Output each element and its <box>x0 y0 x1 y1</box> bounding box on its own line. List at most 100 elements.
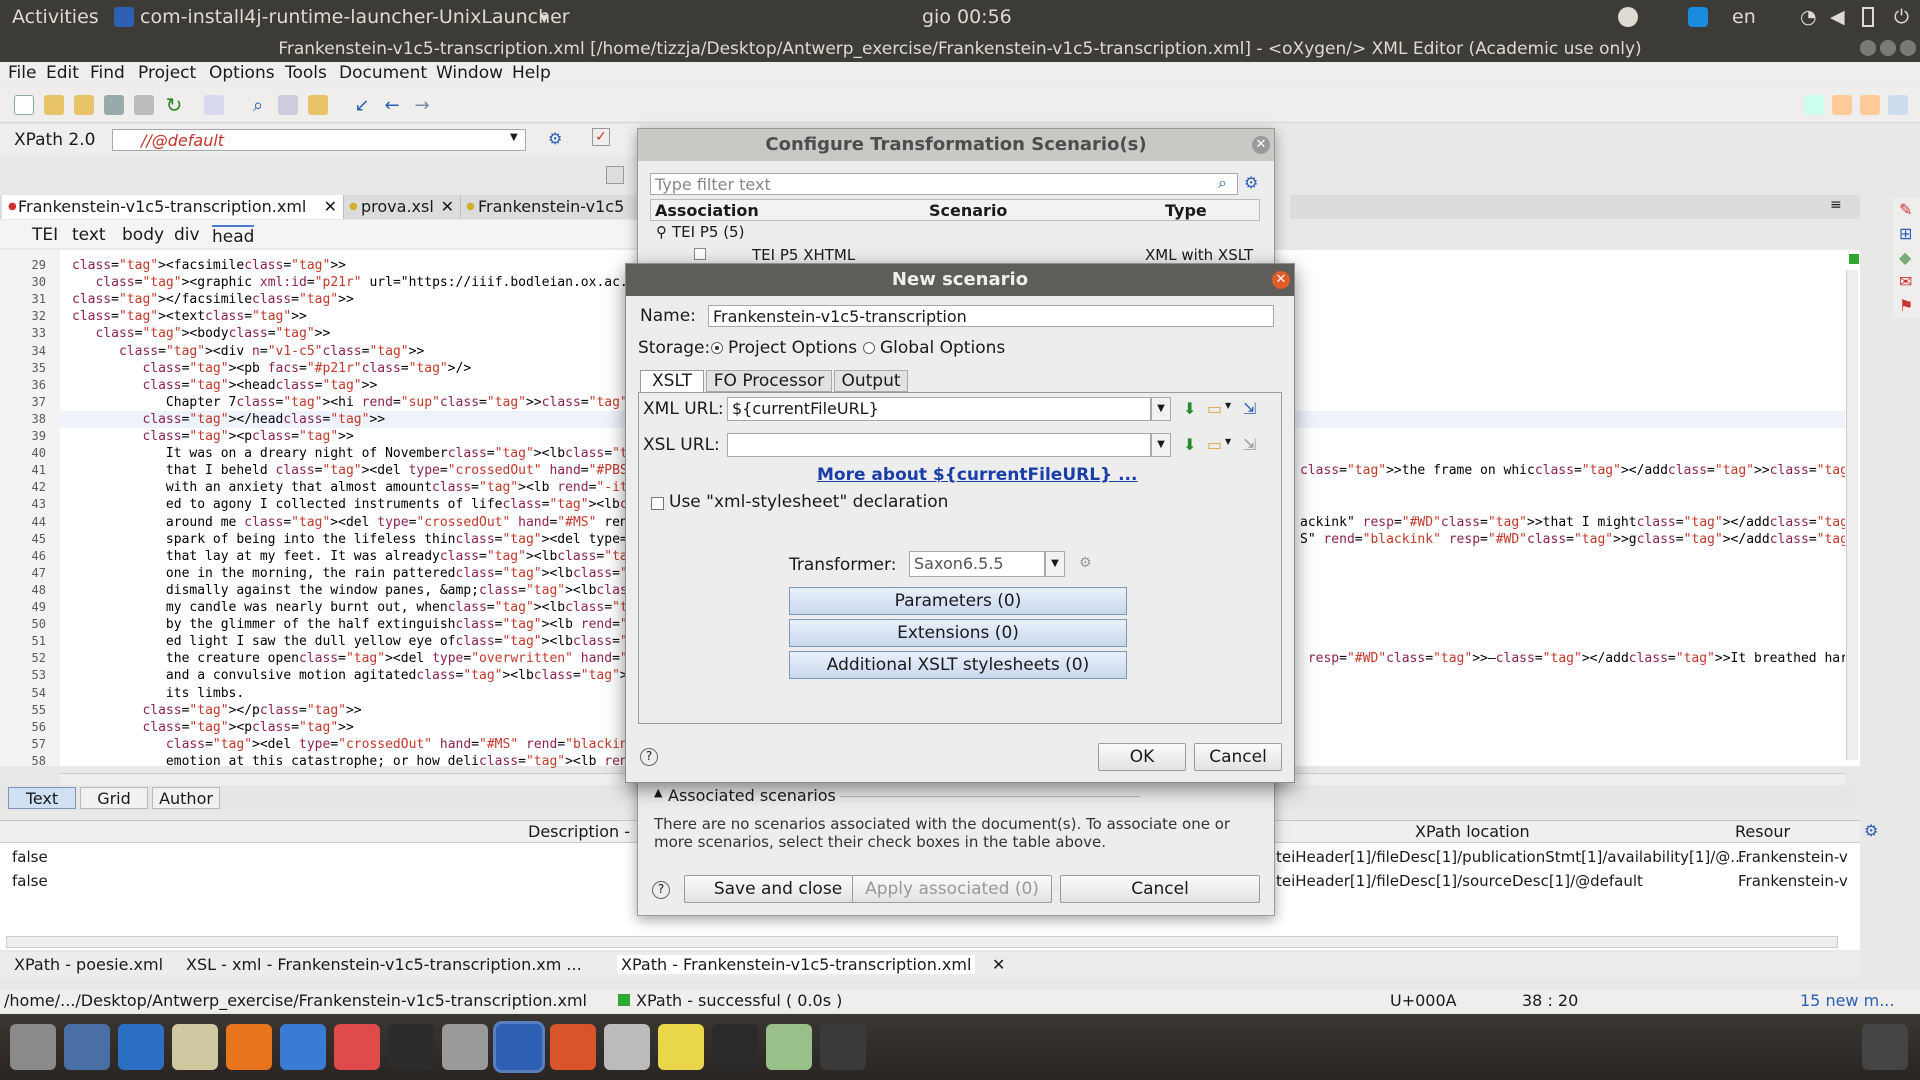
apps-grid-icon[interactable] <box>1862 1024 1908 1070</box>
help-icon[interactable]: ? <box>640 748 658 766</box>
tab-prova-xsl[interactable]: ● prova.xsl ✕ <box>345 195 461 219</box>
forward-icon[interactable]: → <box>412 95 432 116</box>
xpath-version-select[interactable]: XPath 2.0 <box>14 130 95 150</box>
volume-icon[interactable]: ◀ <box>1830 6 1845 28</box>
power-icon[interactable]: ⏻ <box>1894 6 1909 28</box>
xml-url-input[interactable]: ${currentFileURL} <box>727 397 1151 421</box>
terminal-icon[interactable] <box>388 1024 434 1070</box>
browse-folder-icon[interactable]: ▭ <box>1207 435 1222 454</box>
oxygen-icon[interactable] <box>496 1024 542 1070</box>
tab-output[interactable]: Output <box>834 370 908 392</box>
results-settings-icon[interactable]: ⚙ <box>1864 821 1878 840</box>
app-menu[interactable]: com-install4j-runtime-launcher-UnixLaunc… <box>140 6 570 28</box>
filter-settings-icon[interactable]: ⚙ <box>1244 173 1258 192</box>
chevron-down-icon[interactable]: ▼ <box>510 132 518 143</box>
menu-find[interactable]: Find <box>90 63 125 83</box>
ok-button[interactable]: OK <box>1098 743 1186 771</box>
help-icon[interactable]: ? <box>652 881 670 899</box>
status-news[interactable]: 15 new m... <box>1800 991 1894 1010</box>
xpath-query-input[interactable]: //@default <box>112 129 526 151</box>
new-file-icon[interactable] <box>14 95 34 115</box>
tab-fo-processor[interactable]: FO Processor <box>706 370 832 392</box>
outline-icon[interactable]: ✎ <box>1899 200 1912 219</box>
storage-project-radio[interactable] <box>711 342 723 354</box>
minimize-button[interactable] <box>1860 40 1876 56</box>
save-and-close-button[interactable]: Save and close <box>684 875 872 903</box>
image-viewer-icon[interactable] <box>64 1024 110 1070</box>
chevron-down-icon[interactable]: ▼ <box>1045 551 1065 577</box>
tab-frankenstein-2[interactable]: ● Frankenstein-v1c5 <box>462 195 642 219</box>
transform-icon[interactable] <box>606 166 624 184</box>
use-stylesheet-checkbox[interactable] <box>651 497 664 510</box>
find-icon[interactable]: ⌕ <box>248 95 268 116</box>
updater-icon[interactable] <box>820 1024 866 1070</box>
results-horizontal-scrollbar[interactable] <box>6 936 1838 948</box>
xslt-debug-icon[interactable] <box>1832 95 1852 115</box>
close-tab-icon[interactable]: ✕ <box>324 195 337 219</box>
chevron-down-icon[interactable]: ▼ <box>1225 437 1231 446</box>
tab-xslt[interactable]: XSLT <box>640 370 704 392</box>
browse-folder-icon[interactable]: ▭ <box>1207 399 1222 418</box>
tab-xpath-poesie[interactable]: XPath - poesie.xml <box>14 955 163 974</box>
layout-icon[interactable] <box>1804 95 1824 115</box>
tab-text-mode[interactable]: Text <box>8 787 76 809</box>
parameters-button[interactable]: Parameters (0) <box>789 587 1127 615</box>
vertical-scrollbar[interactable] <box>1846 270 1858 760</box>
col-resource[interactable]: Resour <box>1735 822 1790 841</box>
battery-icon[interactable] <box>1862 7 1874 27</box>
scenario-checkbox[interactable] <box>694 248 706 260</box>
close-dialog-icon[interactable]: ✕ <box>1252 136 1270 154</box>
settings-icon[interactable] <box>442 1024 488 1070</box>
wifi-icon[interactable]: ◔ <box>1800 6 1817 28</box>
menu-file[interactable]: File <box>8 63 36 83</box>
chevron-down-icon[interactable]: ▼ <box>1151 397 1171 421</box>
breadcrumb-tei[interactable]: TEI <box>32 225 58 245</box>
filter-input[interactable]: Type filter text <box>650 173 1238 195</box>
reload-icon[interactable]: ↻ <box>164 95 184 115</box>
breadcrumb-head[interactable]: head <box>212 225 255 247</box>
name-input[interactable]: Frankenstein-v1c5-transcription <box>708 305 1274 327</box>
tab-list-icon[interactable]: ≡ <box>1830 197 1842 213</box>
apply-associated-button[interactable]: Apply associated (0) <box>852 875 1052 903</box>
notes-icon[interactable] <box>658 1024 704 1070</box>
storage-global-label[interactable]: Global Options <box>880 338 1005 358</box>
menu-tools[interactable]: Tools <box>285 63 327 83</box>
xsl-url-input[interactable] <box>727 433 1151 457</box>
spellcheck-icon[interactable] <box>204 95 224 115</box>
image-scan-icon[interactable] <box>766 1024 812 1070</box>
col-description[interactable]: Description - <box>528 822 630 841</box>
rhythmbox-icon[interactable] <box>172 1024 218 1070</box>
storage-global-radio[interactable] <box>863 342 875 354</box>
breadcrumb-div[interactable]: div <box>174 225 200 245</box>
find-files-icon[interactable] <box>278 95 298 115</box>
tab-xsl-frankenstein[interactable]: XSL - xml - Frankenstein-v1c5-transcript… <box>186 955 582 974</box>
menu-window[interactable]: Window <box>436 63 503 83</box>
help-icon[interactable] <box>280 1024 326 1070</box>
transformer-select[interactable]: Saxon6.5.5 <box>909 551 1045 577</box>
elements-icon[interactable]: ◆ <box>1899 248 1911 267</box>
clock[interactable]: gio 00:56 <box>922 6 1012 28</box>
menu-edit[interactable]: Edit <box>46 63 79 83</box>
transform-panel-icon[interactable]: ⚑ <box>1899 296 1913 315</box>
validate-icon[interactable]: ✓ <box>592 128 610 146</box>
open-url-icon[interactable] <box>74 95 94 115</box>
printer-icon[interactable] <box>604 1024 650 1070</box>
chevron-down-icon[interactable]: ▼ <box>1225 401 1231 410</box>
tab-xpath-frankenstein[interactable]: XPath - Frankenstein-v1c5-transcription.… <box>617 955 976 974</box>
storage-project-label[interactable]: Project Options <box>728 338 857 358</box>
save-icon[interactable] <box>104 95 124 115</box>
menu-document[interactable]: Document <box>339 63 427 83</box>
tab-frankenstein-transcription[interactable]: ● Frankenstein-v1c5-transcription.xml ✕ <box>2 195 344 219</box>
presentation-icon[interactable] <box>550 1024 596 1070</box>
files-icon[interactable] <box>10 1024 56 1070</box>
sublime-icon[interactable] <box>712 1024 758 1070</box>
use-stylesheet-label[interactable]: Use "xml-stylesheet" declaration <box>669 492 948 512</box>
cancel-button[interactable]: Cancel <box>1194 743 1282 771</box>
xpath-settings-icon[interactable]: ⚙ <box>548 129 562 148</box>
language-indicator[interactable]: en <box>1732 6 1756 28</box>
open-in-editor-icon[interactable]: ⇲ <box>1243 399 1256 418</box>
extensions-button[interactable]: Extensions (0) <box>789 619 1127 647</box>
skype-icon[interactable] <box>1688 7 1708 27</box>
insert-editor-variable-icon[interactable]: ⬇ <box>1183 435 1196 454</box>
breadcrumb-text[interactable]: text <box>72 225 106 245</box>
